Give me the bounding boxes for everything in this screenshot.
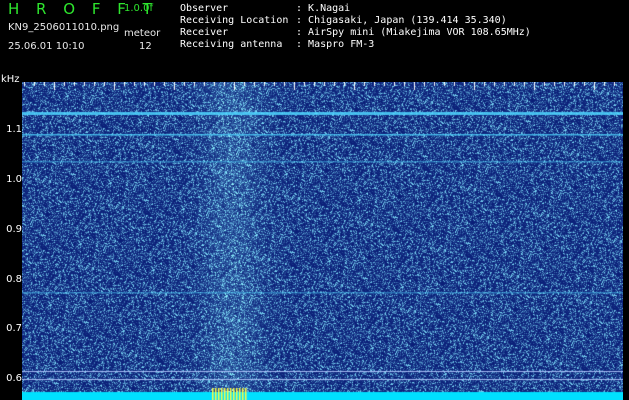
location-value: Chigasaki, Japan (139.414 35.340) [308,15,507,26]
antenna-value: Maspro FM-3 [308,39,375,50]
location-key: Receiving Location [180,15,289,26]
y-tick-label: 0.6 [6,373,22,384]
timestamp: 25.06.01 10:10 [8,41,85,52]
hrofft-window: H R O F F T 1.0.0f KN9_2506011010.png 25… [0,0,629,400]
receiver-key: Receiver [180,27,229,38]
y-tick-label: 0.9 [6,224,22,235]
meteor-label: meteor [124,28,161,39]
waterfall-spectrogram [22,82,623,400]
antenna-key: Receiving antenna [180,39,283,50]
observer-key: Observer [180,3,229,14]
y-tick-label: 0.8 [6,274,22,285]
y-tick-label: 1.0 [6,174,22,185]
y-axis-unit: kHz [1,74,20,85]
app-version: 1.0.0f [124,3,153,14]
y-tick-label: 1.1 [6,124,22,135]
antenna-value-row: : Maspro FM-3 [296,39,375,50]
y-tick-label: 0.7 [6,323,22,334]
location-value-row: : Chigasaki, Japan (139.414 35.340) [296,15,507,26]
observer-value: K.Nagai [308,3,351,14]
meteor-count: 12 [139,41,152,52]
receiver-value: AirSpy mini (Miakejima VOR 108.65MHz) [308,27,531,38]
file-name: KN9_2506011010.png [8,22,120,33]
observer-value-row: : K.Nagai [296,3,351,14]
receiver-value-row: : AirSpy mini (Miakejima VOR 108.65MHz) [296,27,531,38]
